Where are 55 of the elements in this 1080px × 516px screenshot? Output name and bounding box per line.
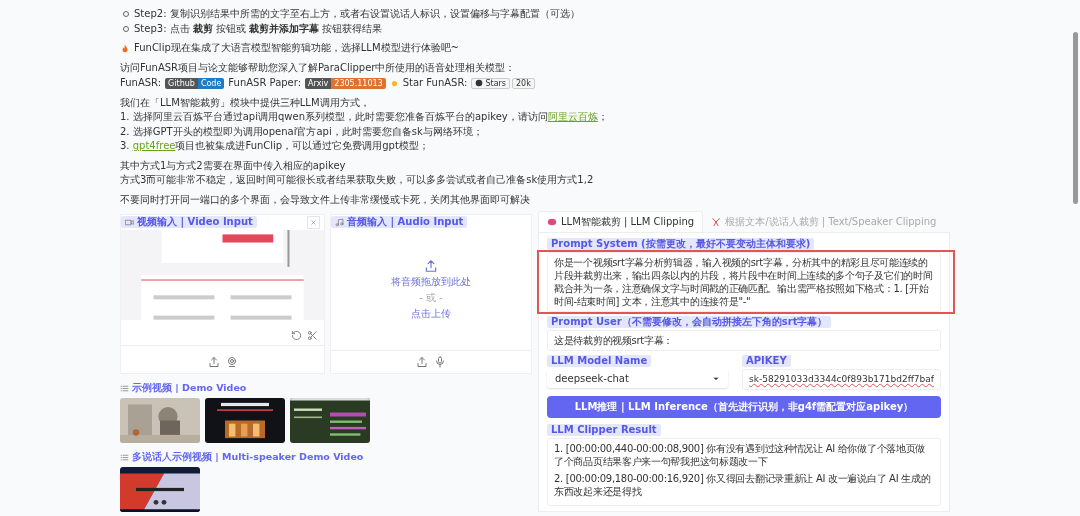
list-icon: [120, 453, 129, 462]
brain-icon: [547, 217, 557, 227]
click-upload-text: 点击上传: [411, 306, 451, 321]
result-field[interactable]: 1. [00:00:00,440-00:00:08,900] 你有没有遇到过这种情况让 AI 给你做了个落地页做了个商品页结果客户来一句帮我把这句标题改一下 2. [00:00:09,180-00:00:16,920] 你又得回去翻记录重新让 AI 改一遍说白了 AI 生成的东西改起来还是得找: [547, 438, 941, 506]
fire-icon: [120, 43, 130, 54]
option-text: 1. 选择阿里云百炼平台通过api调用qwen系列模型，此时需要您准备百炼平台的apikey，请访问阿里云百炼；: [120, 110, 609, 124]
drop-text: 将音频拖放到此处: [391, 274, 471, 289]
upload-icon: [416, 356, 428, 368]
or-text: - 或 -: [419, 290, 443, 305]
badge-label: Star FunASR:: [402, 75, 468, 90]
prompt-user-field[interactable]: 这是待裁剪的视频srt字幕：: [547, 330, 941, 351]
step-text: Step3: 点击 裁剪 按钮或 裁剪并添加字幕 按钮获得结果: [134, 21, 383, 36]
tab[interactable]: LLM智能裁剪 | LLM Clipping: [538, 211, 704, 232]
field-label: Prompt User（不需要修改，会自动拼接左下角的srt字幕）: [547, 316, 832, 328]
music-note-icon: [335, 217, 344, 227]
prompt-system-field[interactable]: 你是一个视频srt字幕分析剪辑器，输入视频的srt字幕，分析其中的精彩且尽可能连续的片段并裁剪出来，输出四条以内的片段，将片段中在时间上连续的多个句子及它们的时间戳合并为一条，注意确保文字与时间戳的正确匹配。输出需严格按照如下格式：1. [开始时间-结束时间] 文本，注意其中的连接符是"-": [547, 252, 941, 312]
undo-icon: [291, 330, 302, 341]
option-text: 3. gpt4free项目也被集成进FunClip，可以通过它免费调用gpt模型；: [120, 139, 430, 153]
caret-icon: [712, 374, 721, 383]
ribbon-icon: [711, 217, 722, 227]
github-icon: [475, 79, 484, 87]
badge-label: FunASR Paper:: [228, 75, 302, 90]
panel-label: 音频输入 | Audio Input: [331, 216, 468, 228]
close-icon: [310, 219, 317, 226]
upload-icon: [207, 356, 220, 368]
option-text: 2. 选择GPT开头的模型即为调用openai官方api，此时需要您自备sk与网络环境；: [120, 124, 484, 139]
note-text: 方式3而可能非常不稳定，返回时间可能很长或者结果获取失败，可以多多尝试或者自己准备sk使用方式1,2: [120, 173, 595, 187]
video-camera-icon: [125, 217, 134, 227]
upload-icon: [424, 258, 438, 273]
scissors-icon: [307, 330, 318, 341]
badge-label: FunASR:: [120, 75, 162, 90]
star-count: 20k: [512, 77, 535, 89]
notice-text: FunClip现在集成了大语言模型智能剪辑功能，选择LLM模型进行体验吧~: [134, 41, 459, 56]
apikey-field[interactable]: sk-58291033d3344c0f893b171bd2ff7baf: [742, 369, 941, 390]
inference-button[interactable]: LLM推理 | LLM Inference（首先进行识别，非g4f需配置对应apikey）: [547, 396, 941, 418]
section-label: 示例视频 | Demo Video: [132, 382, 247, 395]
list-icon: [120, 384, 129, 393]
field-label: Prompt System (按需更改，最好不要变动主体和要求): [547, 238, 815, 250]
panel-label: 视频输入 | Video Input: [121, 216, 257, 228]
webcam-icon: [225, 356, 238, 368]
drop-zone[interactable]: 将音频拖放到此处 - 或 - 点击上传: [331, 229, 531, 351]
field-label: LLM Model Name: [547, 355, 652, 367]
microphone-icon: [434, 356, 446, 368]
note-text: 其中方式1与方式2需要在界面中传入相应的apikey: [120, 158, 347, 173]
stars-button[interactable]: Stars: [471, 77, 511, 89]
sun-icon: [389, 78, 399, 88]
model-dropdown[interactable]: deepseek-chat: [547, 369, 729, 388]
field-label: LLM Clipper Result: [547, 424, 661, 436]
close-button[interactable]: [307, 216, 320, 229]
step-text: Step2: 复制识别结果中所需的文字至右上方，或者右设置说话人标识，设置偏移与字幕配置（可选）: [134, 7, 580, 21]
section-label: 多说话人示例视频 | Multi-speaker Demo Video: [132, 451, 364, 464]
field-label: APIKEY: [742, 355, 791, 367]
warning-text: 不要同时打开同一端口的多个界面，会导致文件上传非常缓慢或卡死，关闭其他界面即可解决: [120, 192, 531, 207]
intro-text: 访问FunASR项目与论文能够帮助您深入了解ParaClipper中所使用的语音处理相关模型：: [120, 61, 517, 75]
intro-text: 我们在「LLM智能裁剪」模块中提供三种LLM调用方式，: [120, 95, 371, 110]
